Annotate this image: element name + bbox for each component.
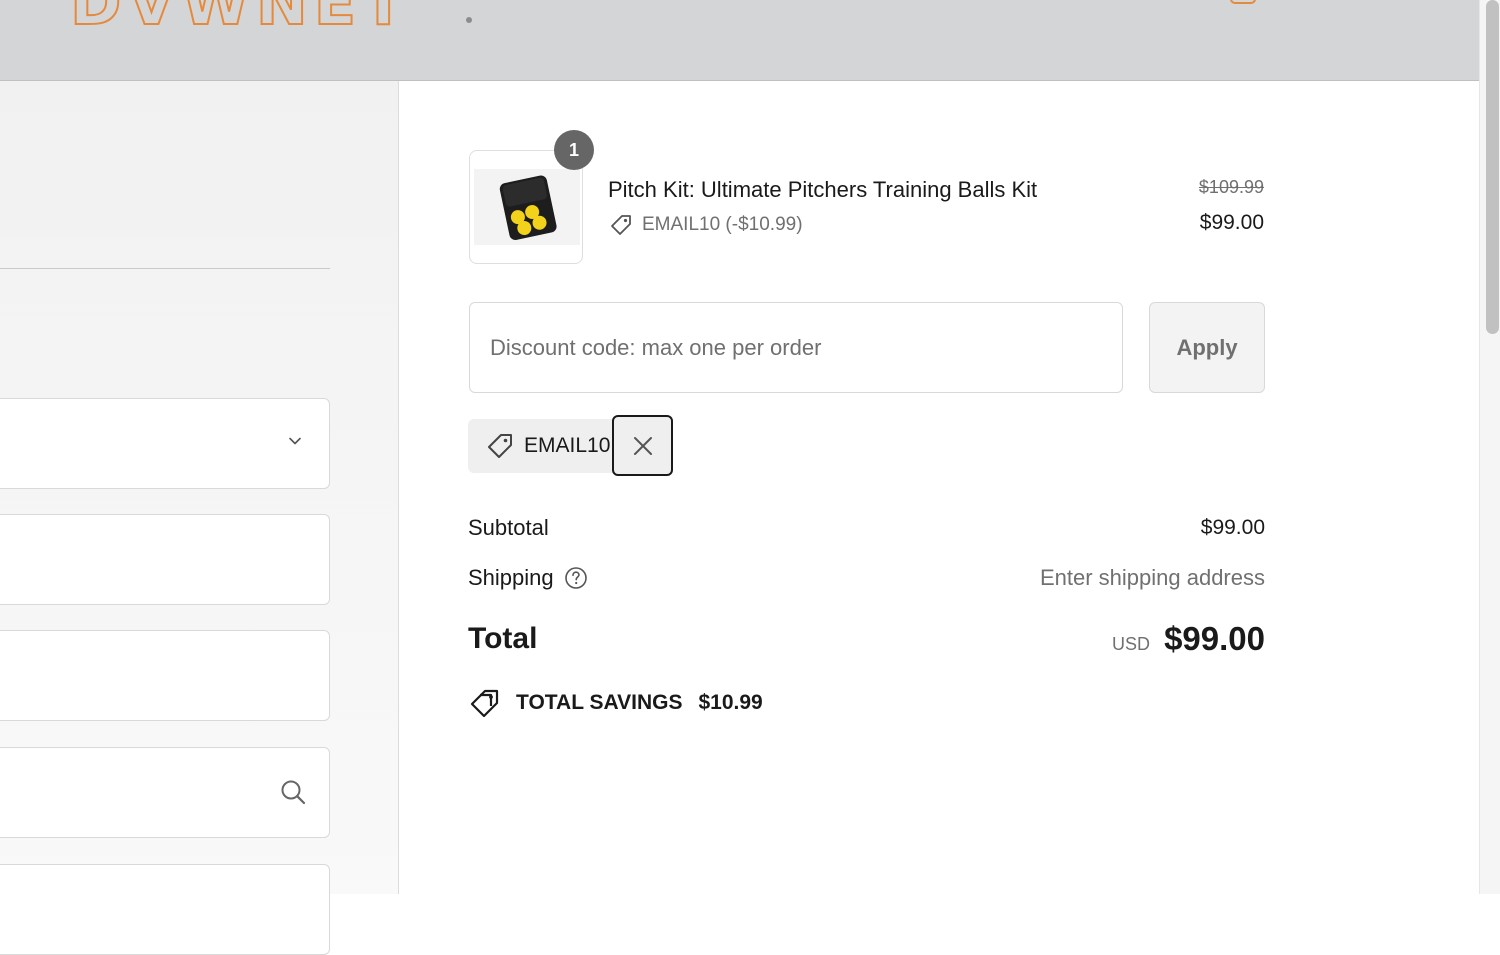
total-amount-group: USD $99.00 <box>1112 620 1265 658</box>
cart-icon[interactable] <box>1230 0 1256 4</box>
tag-icon <box>611 215 631 235</box>
section-divider <box>0 268 330 269</box>
product-discount-note: EMAIL10 (-$10.99) <box>610 214 803 236</box>
applied-discount-code: EMAIL10 <box>524 434 611 457</box>
discount-code-input[interactable] <box>469 302 1123 393</box>
total-amount: $99.00 <box>1164 620 1265 657</box>
logo-dot <box>466 17 472 23</box>
savings-tag-icon <box>470 689 499 718</box>
currency-code: USD <box>1112 634 1151 654</box>
close-icon <box>633 436 652 455</box>
shipping-label: Shipping <box>468 565 554 590</box>
subtotal-value: $99.00 <box>1200 516 1265 539</box>
chevron-down-icon <box>289 437 301 445</box>
form-input-field[interactable] <box>0 514 330 605</box>
checkout-form-pane <box>0 81 399 955</box>
shipping-row: Shipping Enter shipping address <box>468 565 1265 591</box>
tag-icon <box>488 434 512 458</box>
quantity-badge: 1 <box>554 130 594 170</box>
total-savings-label: TOTAL SAVINGS <box>516 691 683 714</box>
total-savings-row: TOTAL SAVINGS $10.99 <box>470 688 763 718</box>
total-row: Total USD $99.00 <box>468 620 1265 658</box>
applied-discount-tag: EMAIL10 <box>468 419 618 473</box>
help-circle-icon[interactable] <box>564 566 588 590</box>
address-search-input[interactable] <box>0 747 330 838</box>
product-image <box>474 169 580 245</box>
subtotal-row: Subtotal $99.00 <box>468 515 1265 541</box>
page-scrollbar-thumb[interactable] <box>1486 0 1499 334</box>
subtotal-label: Subtotal <box>468 515 549 540</box>
form-input-field[interactable] <box>0 630 330 721</box>
product-title: Pitch Kit: Ultimate Pitchers Training Ba… <box>608 177 1038 202</box>
total-savings-value: $10.99 <box>698 691 763 714</box>
site-header: DVWNET <box>0 0 1479 81</box>
country-select[interactable] <box>0 398 330 489</box>
brand-logo[interactable]: DVWNET <box>69 0 410 35</box>
apply-discount-button[interactable]: Apply <box>1149 302 1265 393</box>
product-discount-text: EMAIL10 (-$10.99) <box>642 214 803 235</box>
current-price: $99.00 <box>1199 211 1264 234</box>
shipping-value: Enter shipping address <box>1039 565 1265 590</box>
remove-discount-button[interactable] <box>612 415 673 476</box>
shipping-label-group: Shipping <box>468 565 588 591</box>
form-input-field[interactable] <box>0 864 330 955</box>
original-price: $109.99 <box>1198 177 1264 197</box>
search-icon <box>281 780 306 805</box>
total-label: Total <box>468 622 538 655</box>
product-image-graphic <box>499 175 557 241</box>
